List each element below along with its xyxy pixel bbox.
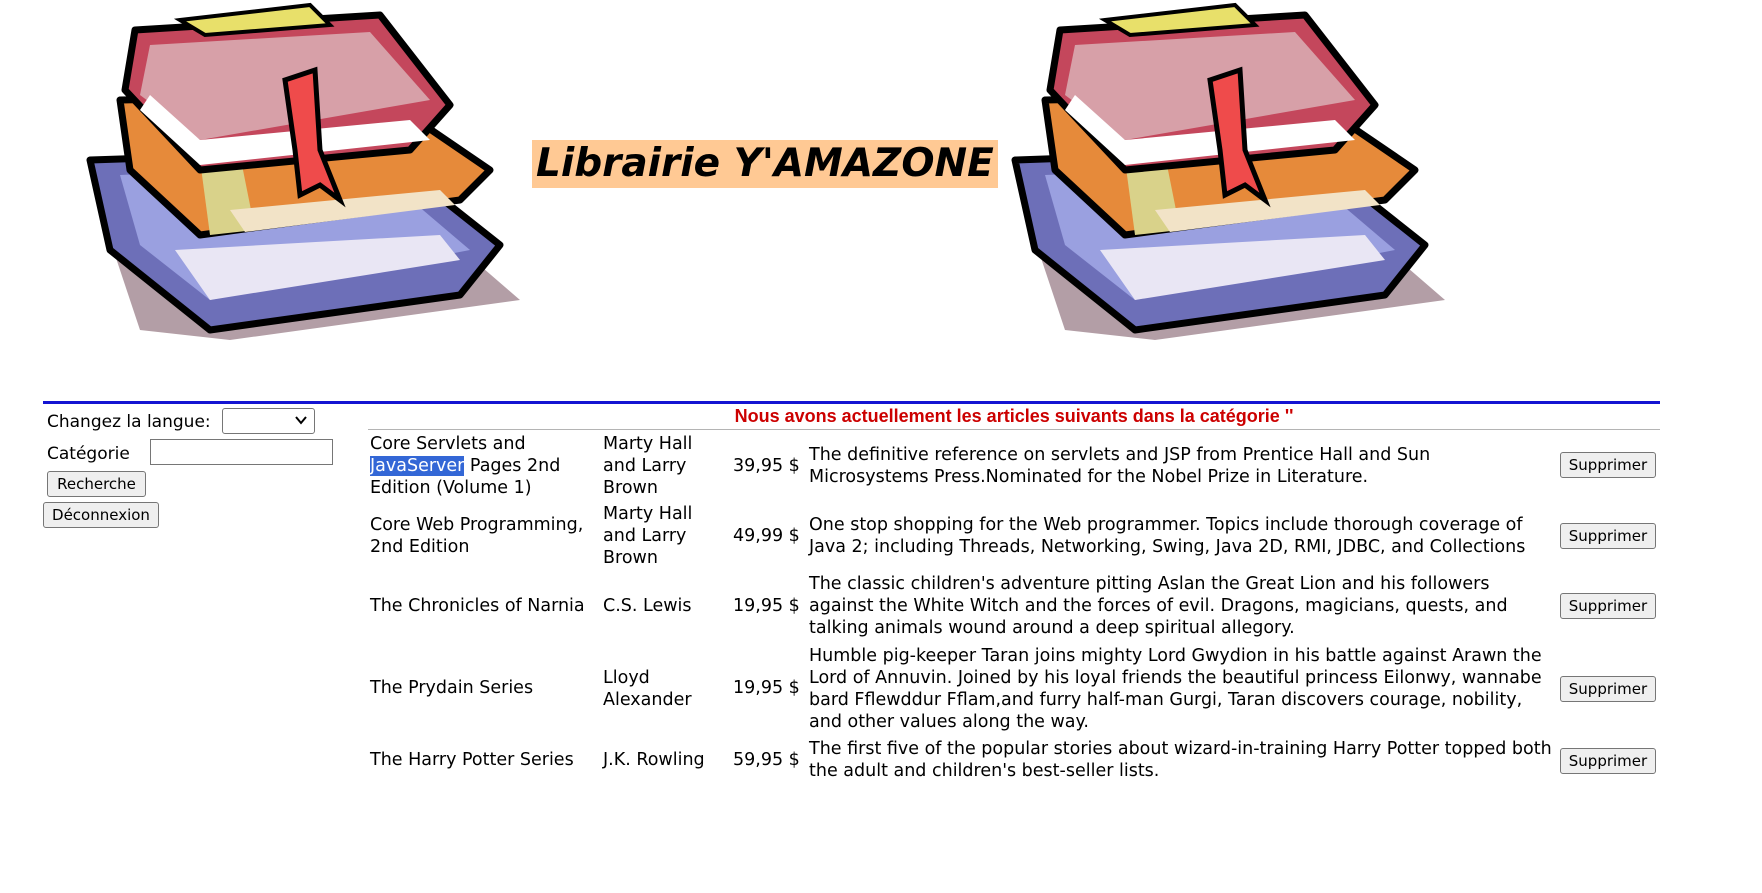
book-author: Marty Hall and Larry Brown bbox=[603, 434, 693, 498]
selected-text: JavaServer bbox=[370, 456, 465, 476]
books-clipart-left bbox=[86, 2, 520, 340]
category-label: Catégorie bbox=[47, 444, 130, 464]
banner-divider bbox=[368, 429, 1660, 430]
book-title: The Prydain Series bbox=[370, 678, 534, 698]
table-row: The Prydain Series Lloyd Alexander 19,95… bbox=[368, 645, 1660, 737]
book-price: 59,95 $ bbox=[733, 750, 800, 770]
table-row: The Chronicles of Narnia C.S. Lewis 19,9… bbox=[368, 573, 1660, 643]
category-banner: Nous avons actuellement les articles sui… bbox=[734, 406, 1294, 426]
book-description: The definitive reference on servlets and… bbox=[809, 445, 1431, 487]
book-title: Core Web Programming, 2nd Edition bbox=[370, 515, 584, 557]
delete-button[interactable]: Supprimer bbox=[1560, 676, 1656, 702]
delete-button[interactable]: Supprimer bbox=[1560, 748, 1656, 774]
book-author: C.S. Lewis bbox=[603, 596, 692, 616]
book-author: Lloyd Alexander bbox=[603, 668, 692, 710]
book-price: 19,95 $ bbox=[733, 596, 800, 616]
table-row: Core Servlets and JavaServer Pages 2nd E… bbox=[368, 432, 1660, 506]
book-description: Humble pig-keeper Taran joins mighty Lor… bbox=[809, 646, 1542, 732]
books-clipart-right bbox=[1011, 2, 1445, 340]
delete-button[interactable]: Supprimer bbox=[1560, 523, 1656, 549]
table-row: The Harry Potter Series J.K. Rowling 59,… bbox=[368, 738, 1660, 786]
logout-button[interactable]: Déconnexion bbox=[43, 502, 159, 528]
page: Librairie Y'AMAZONE Changez la langue: C… bbox=[0, 0, 1762, 893]
book-description: The first five of the popular stories ab… bbox=[809, 739, 1552, 781]
delete-button[interactable]: Supprimer bbox=[1560, 452, 1656, 478]
book-price: 39,95 $ bbox=[733, 456, 800, 476]
book-description: The classic children's adventure pitting… bbox=[809, 574, 1508, 638]
category-input[interactable] bbox=[150, 439, 333, 465]
book-author: J.K. Rowling bbox=[603, 750, 705, 770]
language-label: Changez la langue: bbox=[47, 412, 211, 432]
search-button[interactable]: Recherche bbox=[47, 471, 146, 497]
book-title: The Harry Potter Series bbox=[370, 750, 574, 770]
site-title: Librairie Y'AMAZONE bbox=[532, 140, 998, 188]
language-select[interactable] bbox=[222, 408, 315, 434]
chevron-down-icon bbox=[295, 416, 307, 425]
book-title: The Chronicles of Narnia bbox=[370, 596, 585, 616]
delete-button[interactable]: Supprimer bbox=[1560, 593, 1656, 619]
book-title: Core Servlets and JavaServer Pages 2nd E… bbox=[370, 433, 595, 499]
book-price: 49,99 $ bbox=[733, 526, 800, 546]
book-price: 19,95 $ bbox=[733, 678, 800, 698]
header: Librairie Y'AMAZONE bbox=[0, 0, 1762, 360]
book-title-part: Core Servlets and bbox=[370, 434, 526, 454]
book-author: Marty Hall and Larry Brown bbox=[603, 504, 693, 568]
table-row: Core Web Programming, 2nd Edition Marty … bbox=[368, 503, 1660, 575]
book-description: One stop shopping for the Web programmer… bbox=[809, 515, 1526, 557]
